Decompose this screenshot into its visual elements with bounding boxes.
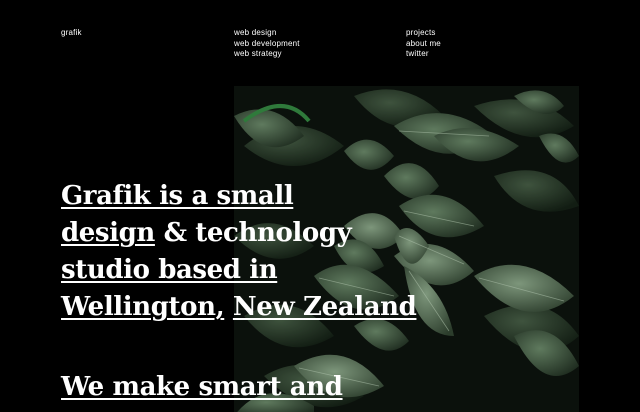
headline-wellington-link[interactable]: Wellington, bbox=[61, 292, 225, 322]
services-nav: web design web development web strategy bbox=[234, 28, 300, 60]
brand-name[interactable]: grafik bbox=[61, 28, 82, 39]
tagline-text: We make smart and bbox=[61, 372, 343, 402]
brand-logo[interactable]: grafik bbox=[61, 28, 82, 39]
nav-web-development[interactable]: web development bbox=[234, 39, 300, 50]
headline-line-3[interactable]: studio based in bbox=[61, 255, 278, 285]
nav-web-strategy[interactable]: web strategy bbox=[234, 49, 300, 60]
nav-projects[interactable]: projects bbox=[406, 28, 441, 39]
hero-headline: Grafik is a small design & technology st… bbox=[61, 178, 441, 326]
nav-web-design[interactable]: web design bbox=[234, 28, 300, 39]
nav-twitter[interactable]: twitter bbox=[406, 49, 441, 60]
nav-about-me[interactable]: about me bbox=[406, 39, 441, 50]
headline-line-2-rest: & technology bbox=[154, 218, 352, 248]
headline-line-1[interactable]: Grafik is a small bbox=[61, 181, 294, 211]
headline-design-link[interactable]: design bbox=[61, 218, 155, 248]
pages-nav: projects about me twitter bbox=[406, 28, 441, 60]
headline-new-zealand-link[interactable]: New Zealand bbox=[233, 292, 417, 322]
tagline: We make smart and bbox=[61, 369, 343, 406]
